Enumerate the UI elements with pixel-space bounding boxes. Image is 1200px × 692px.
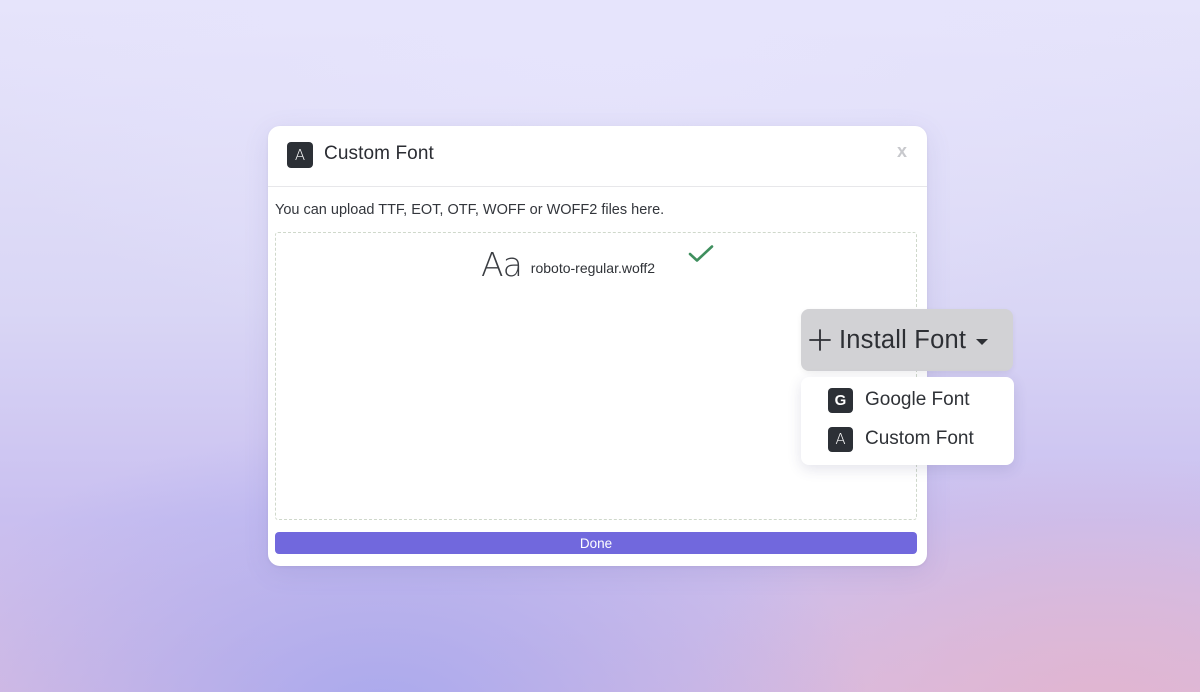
menu-item-google-font[interactable]: G Google Font — [801, 382, 1014, 418]
plus-icon — [809, 329, 831, 351]
file-name: roboto-regular.woff2 — [530, 260, 656, 276]
done-button[interactable]: Done — [275, 532, 917, 554]
dialog-header: A Custom Font x — [268, 126, 927, 187]
install-font-menu: G Google Font A Custom Font — [801, 377, 1014, 465]
custom-font-icon: A — [287, 142, 313, 168]
check-icon — [688, 245, 714, 262]
upload-hint: You can upload TTF, EOT, OTF, WOFF or WO… — [275, 202, 665, 218]
menu-item-label: Custom Font — [865, 428, 974, 449]
install-font-label: Install Font — [839, 325, 967, 354]
menu-item-label: Google Font — [865, 389, 970, 410]
file-dropzone[interactable]: Aa roboto-regular.woff2 — [275, 232, 917, 520]
google-icon: G — [828, 387, 853, 413]
menu-item-custom-font[interactable]: A Custom Font — [801, 421, 1014, 457]
font-preview-glyph: Aa — [481, 245, 523, 284]
install-font-button[interactable]: Install Font — [801, 309, 1013, 371]
close-button[interactable]: x — [893, 140, 911, 162]
caret-down-icon — [976, 338, 989, 345]
dialog-title: Custom Font — [324, 143, 434, 164]
uploaded-file: Aa roboto-regular.woff2 — [481, 245, 655, 285]
custom-font-icon: A — [828, 426, 853, 452]
